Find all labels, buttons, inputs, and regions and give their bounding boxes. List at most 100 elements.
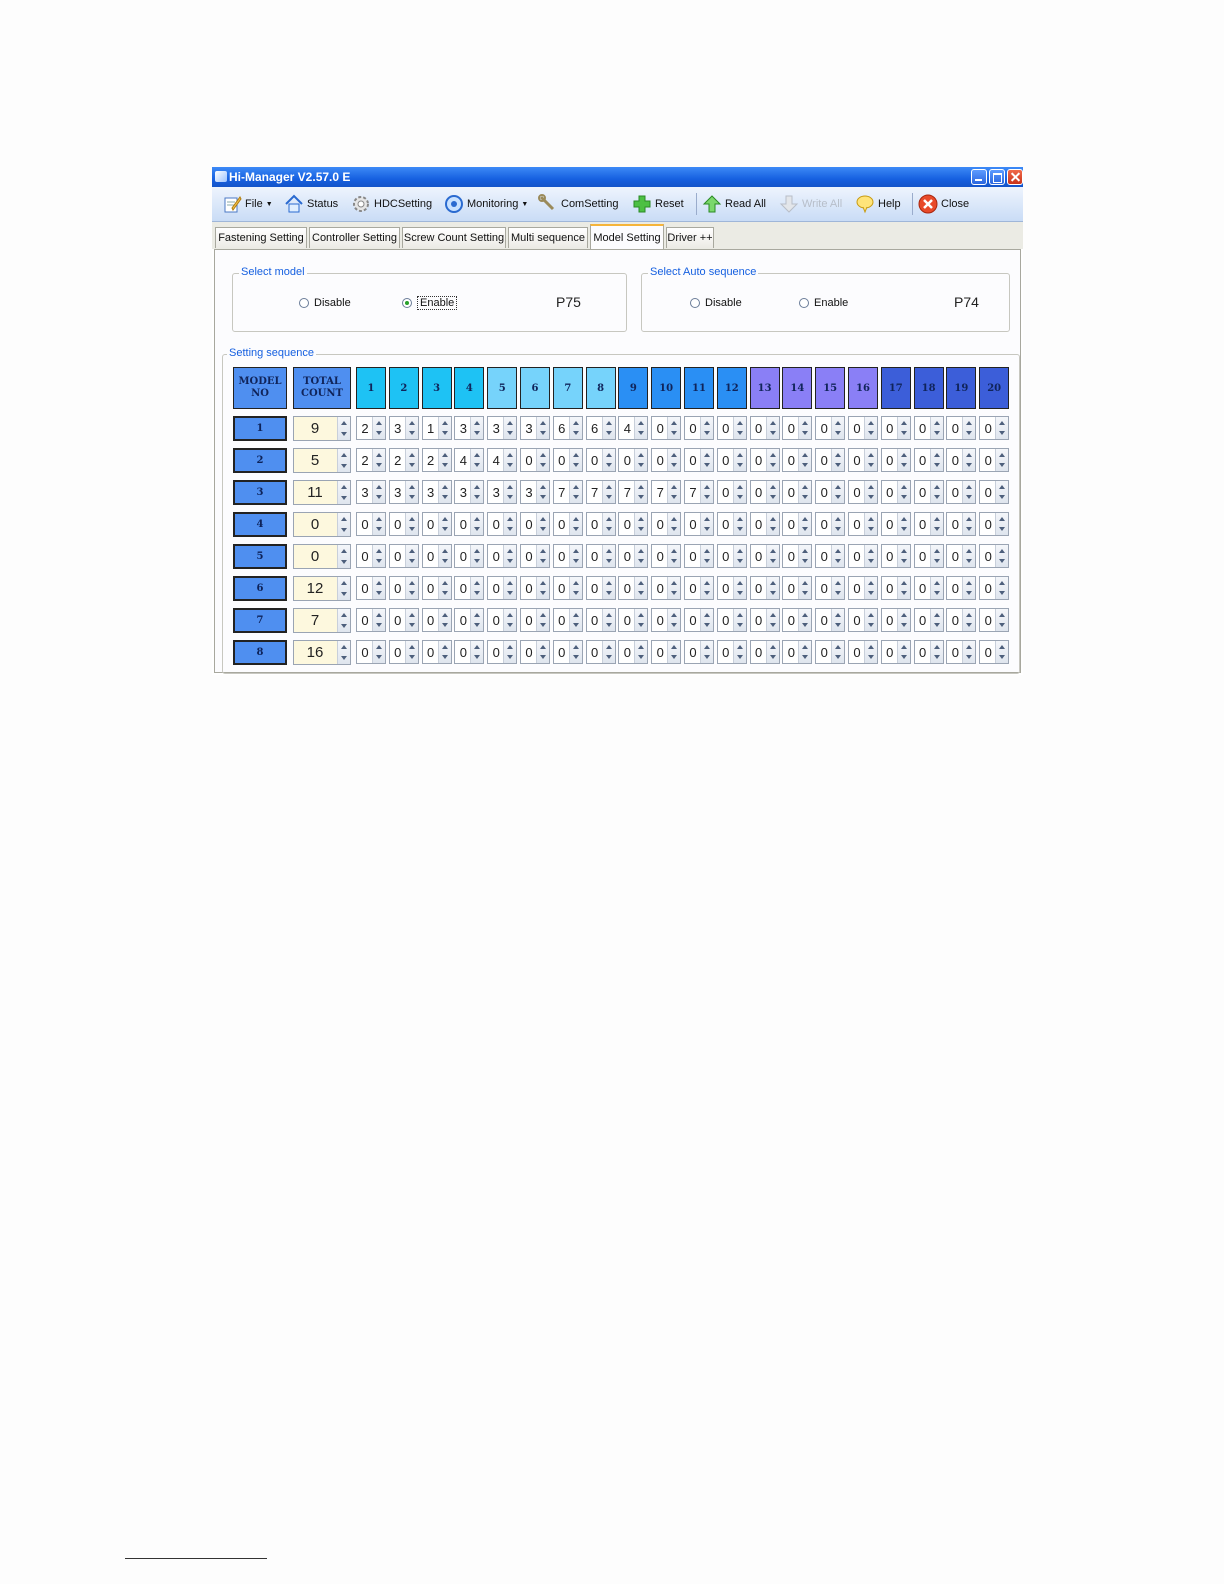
- step-count-spinner[interactable]: 0: [946, 576, 977, 600]
- spinner-arrows-icon[interactable]: [765, 417, 779, 439]
- spinner-arrows-icon[interactable]: [798, 577, 812, 599]
- step-count-spinner[interactable]: 0: [388, 576, 419, 600]
- step-count-spinner[interactable]: 0: [848, 512, 878, 536]
- step-count-spinner[interactable]: 0: [356, 640, 386, 664]
- spinner-arrows-icon[interactable]: [700, 641, 713, 663]
- step-count-spinner[interactable]: 0: [880, 448, 911, 472]
- spinner-arrows-icon[interactable]: [798, 481, 812, 503]
- close-button[interactable]: Close: [918, 193, 969, 215]
- total-count-spinner[interactable]: 5: [293, 448, 351, 473]
- step-count-spinner[interactable]: 0: [946, 544, 977, 568]
- step-count-spinner[interactable]: 3: [454, 416, 485, 440]
- spinner-arrows-icon[interactable]: [864, 609, 877, 631]
- spinner-arrows-icon[interactable]: [929, 641, 943, 663]
- total-count-spinner[interactable]: 9: [293, 416, 351, 441]
- spinner-arrows-icon[interactable]: [929, 481, 943, 503]
- spinner-arrows-icon[interactable]: [503, 577, 517, 599]
- spinner-arrows-icon[interactable]: [667, 545, 681, 567]
- select-model-disable-radio[interactable]: Disable: [299, 297, 351, 309]
- step-count-spinner[interactable]: 0: [684, 512, 714, 536]
- step-count-spinner[interactable]: 0: [552, 544, 583, 568]
- step-count-spinner[interactable]: 0: [684, 640, 714, 664]
- step-count-spinner[interactable]: 0: [782, 512, 813, 536]
- step-count-spinner[interactable]: 3: [487, 480, 518, 504]
- spinner-arrows-icon[interactable]: [470, 513, 484, 535]
- spinner-arrows-icon[interactable]: [700, 481, 713, 503]
- step-count-spinner[interactable]: 0: [487, 576, 518, 600]
- spinner-arrows-icon[interactable]: [337, 577, 350, 600]
- spinner-arrows-icon[interactable]: [798, 513, 812, 535]
- tab-screw-count-setting[interactable]: Screw Count Setting: [402, 227, 506, 248]
- step-count-spinner[interactable]: 0: [848, 416, 878, 440]
- step-count-spinner[interactable]: 0: [880, 544, 911, 568]
- step-count-spinner[interactable]: 0: [487, 640, 518, 664]
- spinner-arrows-icon[interactable]: [732, 417, 746, 439]
- step-count-spinner[interactable]: 4: [618, 416, 649, 440]
- spinner-arrows-icon[interactable]: [470, 417, 484, 439]
- spinner-arrows-icon[interactable]: [568, 609, 582, 631]
- step-count-spinner[interactable]: 0: [979, 640, 1010, 664]
- spinner-arrows-icon[interactable]: [437, 609, 451, 631]
- step-count-spinner[interactable]: 0: [618, 544, 649, 568]
- spinner-arrows-icon[interactable]: [634, 513, 648, 535]
- spinner-arrows-icon[interactable]: [831, 481, 845, 503]
- step-count-spinner[interactable]: 7: [585, 480, 616, 504]
- spinner-arrows-icon[interactable]: [896, 449, 910, 471]
- step-count-spinner[interactable]: 0: [552, 608, 583, 632]
- spinner-arrows-icon[interactable]: [700, 577, 713, 599]
- spinner-arrows-icon[interactable]: [372, 545, 385, 567]
- spinner-arrows-icon[interactable]: [929, 577, 943, 599]
- model-no-button[interactable]: 8: [233, 640, 287, 665]
- spinner-arrows-icon[interactable]: [372, 609, 385, 631]
- spinner-arrows-icon[interactable]: [896, 609, 910, 631]
- spinner-arrows-icon[interactable]: [337, 513, 350, 536]
- step-count-spinner[interactable]: 0: [979, 576, 1010, 600]
- spinner-arrows-icon[interactable]: [404, 481, 418, 503]
- spinner-arrows-icon[interactable]: [337, 609, 350, 632]
- step-count-spinner[interactable]: 0: [585, 448, 616, 472]
- step-count-spinner[interactable]: 0: [749, 448, 780, 472]
- spinner-arrows-icon[interactable]: [929, 609, 943, 631]
- spinner-arrows-icon[interactable]: [995, 641, 1009, 663]
- monitoring-menu-button[interactable]: Monitoring ▼: [444, 193, 528, 215]
- step-count-spinner[interactable]: 0: [749, 512, 780, 536]
- spinner-arrows-icon[interactable]: [765, 641, 779, 663]
- spinner-arrows-icon[interactable]: [634, 609, 648, 631]
- spinner-arrows-icon[interactable]: [568, 449, 582, 471]
- spinner-arrows-icon[interactable]: [337, 481, 350, 504]
- step-count-spinner[interactable]: 0: [421, 608, 452, 632]
- model-no-button[interactable]: 7: [233, 608, 287, 633]
- spinner-arrows-icon[interactable]: [765, 481, 779, 503]
- spinner-arrows-icon[interactable]: [536, 641, 549, 663]
- spinner-arrows-icon[interactable]: [995, 609, 1009, 631]
- tab-driver-plus[interactable]: Driver ++: [666, 227, 714, 248]
- spinner-arrows-icon[interactable]: [536, 481, 549, 503]
- spinner-arrows-icon[interactable]: [470, 449, 484, 471]
- step-count-spinner[interactable]: 0: [946, 416, 977, 440]
- spinner-arrows-icon[interactable]: [568, 417, 582, 439]
- spinner-arrows-icon[interactable]: [765, 609, 779, 631]
- step-count-spinner[interactable]: 3: [388, 416, 419, 440]
- step-count-spinner[interactable]: 0: [716, 416, 747, 440]
- spinner-arrows-icon[interactable]: [601, 545, 615, 567]
- step-count-spinner[interactable]: 0: [618, 576, 649, 600]
- spinner-arrows-icon[interactable]: [437, 449, 451, 471]
- step-count-spinner[interactable]: 0: [815, 544, 846, 568]
- spinner-arrows-icon[interactable]: [864, 417, 877, 439]
- spinner-arrows-icon[interactable]: [962, 609, 976, 631]
- spinner-arrows-icon[interactable]: [798, 609, 812, 631]
- step-count-spinner[interactable]: 0: [782, 576, 813, 600]
- step-count-spinner[interactable]: 0: [520, 640, 550, 664]
- step-count-spinner[interactable]: 0: [585, 544, 616, 568]
- step-count-spinner[interactable]: 0: [618, 640, 649, 664]
- step-count-spinner[interactable]: 0: [880, 512, 911, 536]
- spinner-arrows-icon[interactable]: [896, 641, 910, 663]
- step-count-spinner[interactable]: 0: [913, 576, 944, 600]
- com-setting-button[interactable]: ComSetting: [538, 193, 618, 215]
- spinner-arrows-icon[interactable]: [536, 577, 549, 599]
- spinner-arrows-icon[interactable]: [503, 609, 517, 631]
- step-count-spinner[interactable]: 0: [815, 512, 846, 536]
- step-count-spinner[interactable]: 0: [684, 608, 714, 632]
- model-no-button[interactable]: 1: [233, 416, 287, 441]
- spinner-arrows-icon[interactable]: [372, 449, 385, 471]
